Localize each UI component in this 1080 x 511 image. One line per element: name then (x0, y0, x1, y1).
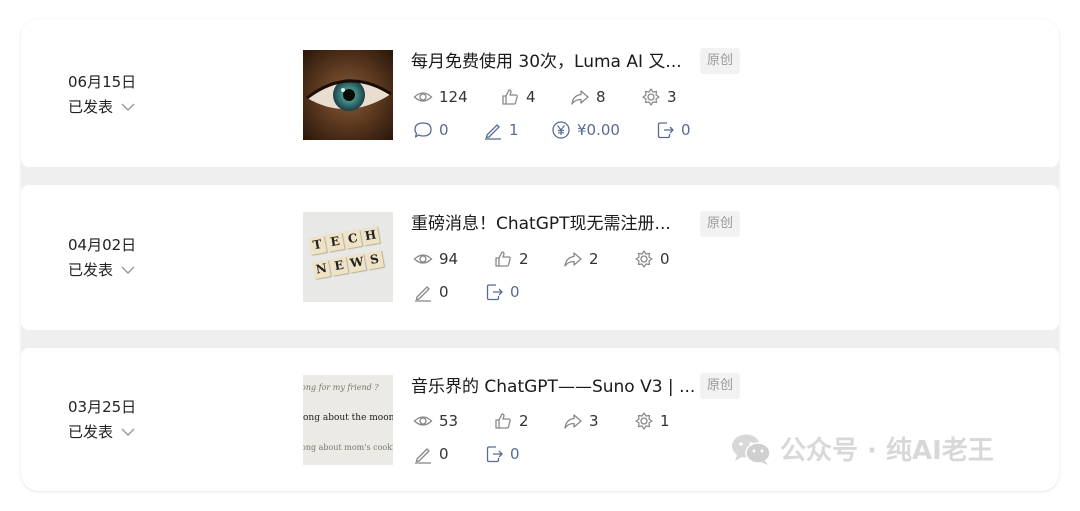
date-block: 03月25日 已发表 (68, 398, 136, 441)
chevron-down-icon (121, 266, 135, 274)
publish-date: 03月25日 (68, 398, 137, 416)
recommends-stat: 3 (641, 87, 677, 107)
tile-row: T E C H (308, 226, 380, 255)
original-badge: 原创 (700, 48, 740, 74)
original-badge: 原创 (700, 211, 740, 237)
likes-stat: 2 (493, 249, 529, 269)
article-card[interactable]: 04月02日 已发表 T E C H N E W S 重磅消息！ChatGPT现… (21, 185, 1059, 330)
letter-tile: E (325, 232, 345, 252)
eye-icon (413, 92, 433, 102)
recommend-flower-icon (635, 250, 653, 268)
recommends-stat: 0 (634, 249, 670, 269)
article-card[interactable]: 03月25日 已发表 ong for my friend ? ong about… (21, 348, 1059, 491)
notes-link[interactable]: 1 (483, 120, 519, 140)
article-title[interactable]: 音乐界的 ChatGPT——Suno V3 | ... (411, 376, 695, 398)
eye-icon (413, 416, 433, 426)
yen-circle-icon (552, 121, 570, 139)
pen-icon (485, 124, 501, 140)
status-dropdown[interactable]: 已发表 (68, 261, 136, 279)
recommends-stat: 1 (634, 411, 670, 431)
shares-stat: 3 (563, 411, 599, 431)
article-title[interactable]: 每月免费使用 30次，Luma AI 又... (411, 51, 682, 73)
pen-icon (415, 286, 431, 302)
letter-tile: H (361, 226, 380, 246)
date-block: 04月02日 已发表 (68, 236, 136, 279)
eye-icon (413, 254, 433, 264)
article-list-panel: 06月15日 已发表 每月免费使用 30次，Luma AI 又... 原创 12… (21, 19, 1059, 491)
thumbs-up-icon (495, 251, 511, 267)
comment-bubble-icon (414, 122, 432, 138)
shares-stat: 8 (570, 87, 606, 107)
thumb-line: ong about mom's cookin (303, 443, 393, 452)
status-dropdown[interactable]: 已发表 (68, 423, 136, 441)
article-thumbnail-eye[interactable] (303, 50, 393, 140)
notes-link[interactable]: 0 (413, 282, 449, 302)
recommend-flower-icon (635, 412, 653, 430)
wechat-watermark: 公众号 · 纯AI老王 (730, 430, 994, 467)
notes-link[interactable]: 0 (413, 444, 449, 464)
views-stat: 94 (413, 249, 458, 269)
status-label: 已发表 (68, 423, 114, 441)
thumb-line: ong for my friend ? (303, 383, 379, 392)
thumb-line: ong about the moon. (303, 413, 393, 423)
eye-image (303, 50, 393, 140)
chevron-down-icon (121, 103, 135, 111)
publish-date: 06月15日 (68, 73, 137, 91)
tile-row: N E W S (312, 250, 384, 279)
likes-stat: 4 (500, 87, 536, 107)
share-arrow-icon (571, 90, 589, 105)
status-dropdown[interactable]: 已发表 (68, 98, 136, 116)
chevron-down-icon (121, 428, 135, 436)
letter-tile: W (347, 253, 367, 273)
watermark-text: 公众号 · 纯AI老王 (780, 436, 994, 466)
letter-tile: S (365, 250, 384, 270)
letter-tile: T (308, 235, 327, 255)
comments-link[interactable]: 0 (413, 120, 449, 140)
share-arrow-icon (564, 414, 582, 429)
export-icon (486, 446, 503, 463)
letter-tile: C (343, 229, 363, 249)
export-icon (486, 284, 503, 301)
article-title[interactable]: 重磅消息！ChatGPT现无需注册... (411, 213, 671, 235)
thumbs-up-icon (502, 89, 518, 105)
date-block: 06月15日 已发表 (68, 73, 136, 116)
original-badge: 原创 (700, 373, 740, 399)
thumbs-up-icon (495, 413, 511, 429)
article-thumbnail-suno[interactable]: ong for my friend ? ong about the moon. … (303, 375, 393, 465)
share-arrow-icon (564, 252, 582, 267)
status-label: 已发表 (68, 261, 114, 279)
status-label: 已发表 (68, 98, 114, 116)
rewards-link[interactable]: ¥0.00 (551, 120, 620, 140)
forwards-link[interactable]: 0 (484, 282, 520, 302)
forwards-link[interactable]: 0 (655, 120, 691, 140)
publish-date: 04月02日 (68, 236, 137, 254)
article-card[interactable]: 06月15日 已发表 每月免费使用 30次，Luma AI 又... 原创 12… (21, 19, 1059, 167)
letter-tile: E (329, 256, 349, 276)
forwards-link[interactable]: 0 (484, 444, 520, 464)
article-thumbnail-tech-news[interactable]: T E C H N E W S (303, 212, 393, 302)
pen-icon (415, 448, 431, 464)
likes-stat: 2 (493, 411, 529, 431)
wechat-logo-icon (732, 434, 771, 465)
recommend-flower-icon (642, 88, 660, 106)
letter-tile: N (312, 259, 331, 279)
export-icon (657, 122, 674, 139)
shares-stat: 2 (563, 249, 599, 269)
views-stat: 124 (413, 87, 468, 107)
views-stat: 53 (413, 411, 458, 431)
